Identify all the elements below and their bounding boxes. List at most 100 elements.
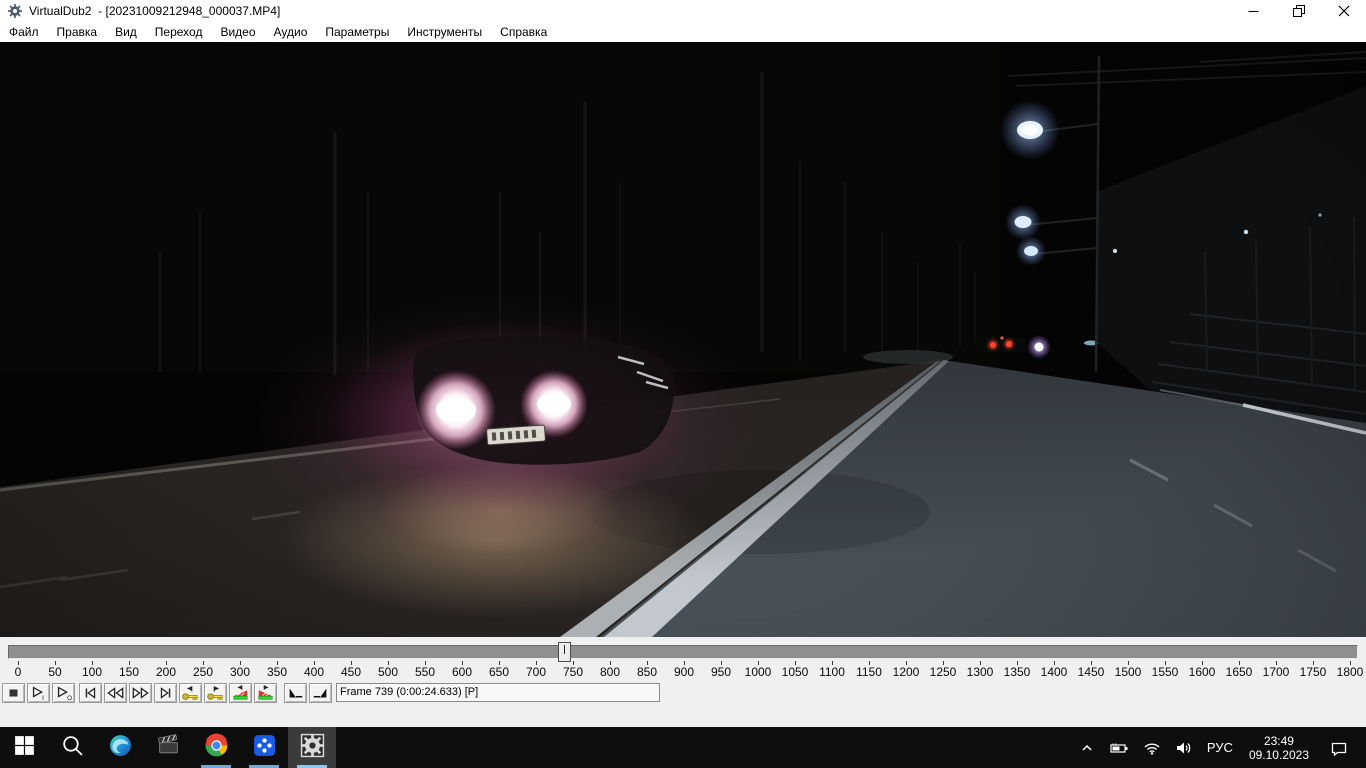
tick-label: 1500	[1115, 665, 1142, 679]
menu-item-options[interactable]: Параметры	[316, 23, 398, 41]
dashcam-night-frame	[0, 42, 1366, 637]
tick-label: 950	[711, 665, 731, 679]
tick-label: 800	[600, 665, 620, 679]
gear-icon	[300, 733, 325, 763]
first-frame-button[interactable]	[79, 683, 102, 703]
tick-label: 250	[193, 665, 213, 679]
chrome-app[interactable]	[192, 727, 240, 768]
tick-label: 650	[489, 665, 509, 679]
next-keyframe-button[interactable]	[204, 683, 227, 703]
menu-item-go[interactable]: Переход	[146, 23, 212, 41]
tick-label: 1750	[1300, 665, 1327, 679]
tick-label: 1000	[745, 665, 772, 679]
tick-label: 1550	[1152, 665, 1179, 679]
tick-label: 1700	[1263, 665, 1290, 679]
video-pane	[0, 42, 1366, 637]
tick-label: 1800	[1337, 665, 1364, 679]
next-frame-button[interactable]	[129, 683, 152, 703]
mark-in-button[interactable]	[284, 683, 307, 703]
virtualdub-window: VirtualDub2 - [20231009212948_000037.MP4…	[0, 0, 1366, 768]
edge-icon	[108, 733, 133, 763]
clock-time: 23:49	[1249, 734, 1309, 748]
windows-logo-icon	[12, 733, 37, 763]
tick-label: 1450	[1078, 665, 1105, 679]
menu-item-tools[interactable]: Инструменты	[398, 23, 491, 41]
edge-app[interactable]	[96, 727, 144, 768]
seek-track[interactable]	[8, 645, 1358, 659]
play-output-button[interactable]: O	[52, 683, 75, 703]
tick-label: 450	[341, 665, 361, 679]
virtualdub-gear-icon	[7, 3, 23, 19]
tick-label: 1100	[819, 665, 845, 679]
menu-item-video[interactable]: Видео	[211, 23, 264, 41]
tick-label: 1300	[967, 665, 994, 679]
tick-label: 550	[415, 665, 435, 679]
prev-keyframe-button[interactable]	[179, 683, 202, 703]
virtualdub-app[interactable]	[288, 727, 336, 768]
taskbar-apps	[0, 727, 336, 768]
tick-label: 400	[304, 665, 324, 679]
clock[interactable]: 23:49 09.10.2023	[1240, 734, 1318, 762]
tick-label: 300	[230, 665, 250, 679]
menu-bar: ФайлПравкаВидПереходВидеоАудиоПараметрыИ…	[0, 22, 1366, 42]
stop-button[interactable]	[2, 683, 25, 703]
tick-label: 1650	[1226, 665, 1253, 679]
tick-label: 350	[267, 665, 287, 679]
window-title: VirtualDub2 - [20231009212948_000037.MP4…	[29, 4, 280, 18]
tick-label: 1400	[1041, 665, 1068, 679]
taskbar: РУС 23:49 09.10.2023	[0, 727, 1366, 768]
next-scene-button[interactable]	[254, 683, 277, 703]
tick-label: 100	[82, 665, 102, 679]
control-panel: 0501001502002503003504004505005506006507…	[0, 637, 1366, 727]
tick-label: 0	[15, 665, 22, 679]
close-icon	[1338, 5, 1350, 17]
mark-out-button[interactable]	[309, 683, 332, 703]
tick-label: 150	[119, 665, 139, 679]
menu-item-file[interactable]: Файл	[0, 23, 48, 41]
chrome-icon	[204, 733, 229, 763]
menu-item-audio[interactable]: Аудио	[265, 23, 317, 41]
window-controls	[1231, 0, 1366, 22]
restore-button[interactable]	[1276, 0, 1321, 22]
media-app[interactable]	[144, 727, 192, 768]
title-bar: VirtualDub2 - [20231009212948_000037.MP4…	[0, 0, 1366, 22]
tick-label: 850	[637, 665, 657, 679]
tick-label: 200	[156, 665, 176, 679]
volume-icon[interactable]	[1168, 727, 1200, 768]
tick-label: 1600	[1189, 665, 1216, 679]
minimize-button[interactable]	[1231, 0, 1276, 22]
restore-icon	[1293, 5, 1305, 17]
frame-status: Frame 739 (0:00:24.633) [P]	[336, 683, 660, 702]
system-tray: РУС 23:49 09.10.2023	[1072, 727, 1366, 768]
tick-label: 750	[563, 665, 583, 679]
tick-label: 1050	[782, 665, 809, 679]
menu-item-view[interactable]: Вид	[106, 23, 146, 41]
menu-item-help[interactable]: Справка	[491, 23, 556, 41]
battery-charging-icon[interactable]	[1102, 727, 1136, 768]
tick-label: 1350	[1004, 665, 1031, 679]
tick-label: 500	[378, 665, 398, 679]
notification-center-icon[interactable]	[1318, 727, 1360, 768]
menu-item-edit[interactable]: Правка	[48, 23, 107, 41]
clock-date: 09.10.2023	[1249, 748, 1309, 762]
tick-label: 50	[48, 665, 61, 679]
blue-dots-icon	[252, 733, 277, 763]
svg-text:I: I	[42, 695, 44, 702]
minimize-icon	[1248, 6, 1259, 17]
search-icon	[60, 733, 85, 763]
search-button[interactable]	[48, 727, 96, 768]
prev-frame-button[interactable]	[104, 683, 127, 703]
language-indicator[interactable]: РУС	[1200, 727, 1240, 768]
tick-label: 700	[526, 665, 546, 679]
close-button[interactable]	[1321, 0, 1366, 22]
start-button[interactable]	[0, 727, 48, 768]
tray-chevron-up-icon[interactable]	[1072, 727, 1102, 768]
wifi-icon[interactable]	[1136, 727, 1168, 768]
play-input-button[interactable]: I	[27, 683, 50, 703]
tick-label: 1200	[893, 665, 920, 679]
prev-scene-button[interactable]	[229, 683, 252, 703]
last-frame-button[interactable]	[154, 683, 177, 703]
seek-slider[interactable]	[558, 642, 571, 662]
blue-dots-app[interactable]	[240, 727, 288, 768]
tick-label: 1150	[856, 665, 882, 679]
